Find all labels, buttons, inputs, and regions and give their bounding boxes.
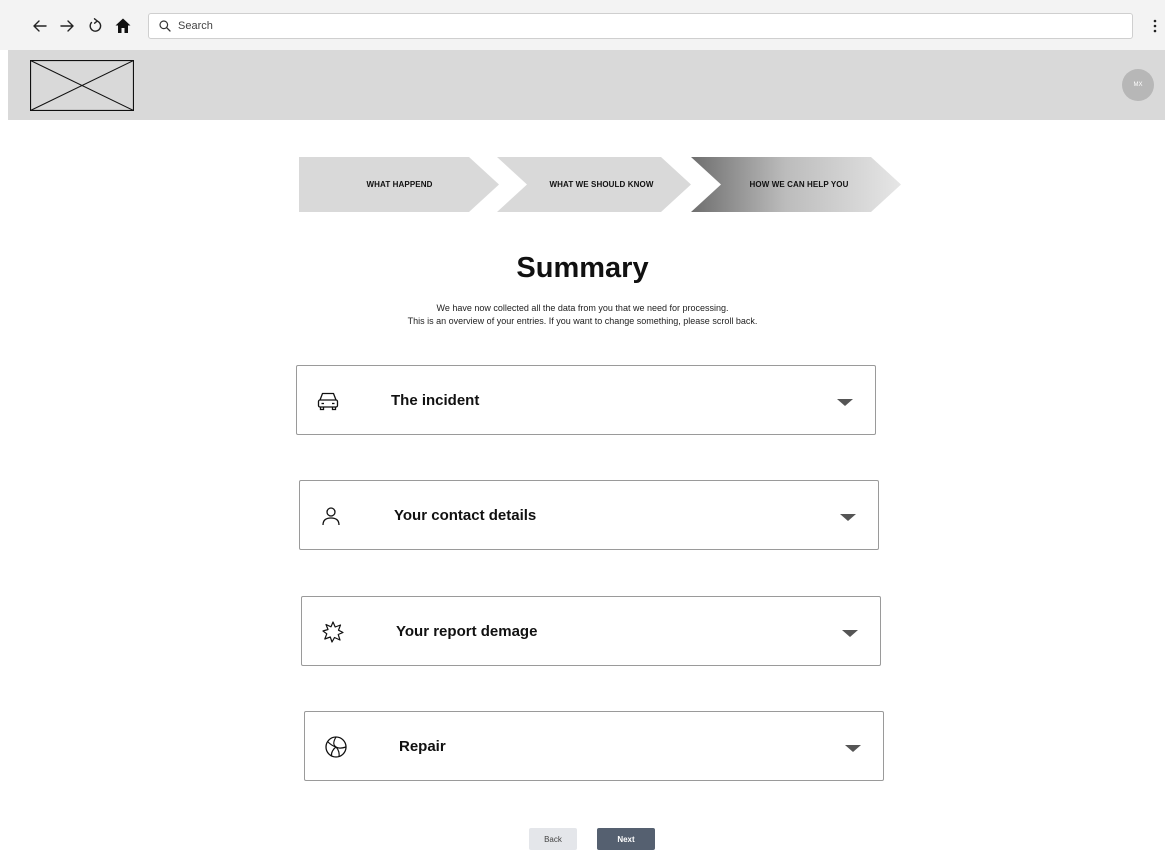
more-vertical-icon[interactable] — [1152, 18, 1158, 34]
next-button[interactable]: Next — [597, 828, 655, 850]
back-arrow-icon[interactable] — [30, 16, 50, 36]
reload-icon[interactable] — [85, 16, 105, 36]
logo-placeholder[interactable] — [30, 60, 134, 111]
aperture-icon — [325, 736, 347, 758]
progress-stepper: WHAT HAPPEND WHAT WE SHOULD KNOW HOW WE … — [299, 157, 903, 212]
accordion-repair[interactable]: Repair — [304, 711, 884, 781]
damage-burst-icon — [322, 621, 344, 643]
accordion-your-report-demage[interactable]: Your report demage — [301, 596, 881, 666]
step-label-what-we-should-know[interactable]: WHAT WE SHOULD KNOW — [519, 180, 684, 189]
search-bar[interactable]: Search — [148, 13, 1133, 39]
accordion-the-incident[interactable]: The incident — [296, 365, 876, 435]
chevron-down-icon[interactable] — [837, 399, 853, 406]
accordion-label-repair: Repair — [399, 738, 446, 755]
accordion-label-your-contact-details: Your contact details — [394, 507, 537, 524]
step-label-how-we-can-help-you[interactable]: HOW WE CAN HELP YOU — [709, 180, 889, 189]
accordion-label-the-incident: The incident — [391, 392, 480, 409]
summary-description-line-2: This is an overview of your entries. If … — [407, 316, 758, 326]
step-label-what-happend[interactable]: WHAT HAPPEND — [317, 180, 482, 189]
accordion-label-your-report-demage: Your report demage — [396, 623, 538, 640]
home-icon[interactable] — [113, 16, 133, 36]
car-icon — [317, 392, 339, 411]
app-header: MX — [8, 50, 1165, 120]
chevron-down-icon[interactable] — [840, 514, 856, 521]
back-button[interactable]: Back — [529, 828, 577, 850]
chevron-down-icon[interactable] — [845, 745, 861, 752]
chevron-down-icon[interactable] — [842, 630, 858, 637]
summary-description-line-1: We have now collected all the data from … — [436, 303, 729, 313]
person-icon — [322, 507, 340, 526]
search-placeholder: Search — [178, 20, 213, 32]
accordion-your-contact-details[interactable]: Your contact details — [299, 480, 879, 550]
browser-toolbar: Search — [0, 0, 1165, 50]
forward-arrow-icon[interactable] — [57, 16, 77, 36]
avatar[interactable]: MX — [1122, 69, 1154, 101]
page-title: Summary — [516, 252, 649, 284]
search-icon — [159, 20, 171, 32]
